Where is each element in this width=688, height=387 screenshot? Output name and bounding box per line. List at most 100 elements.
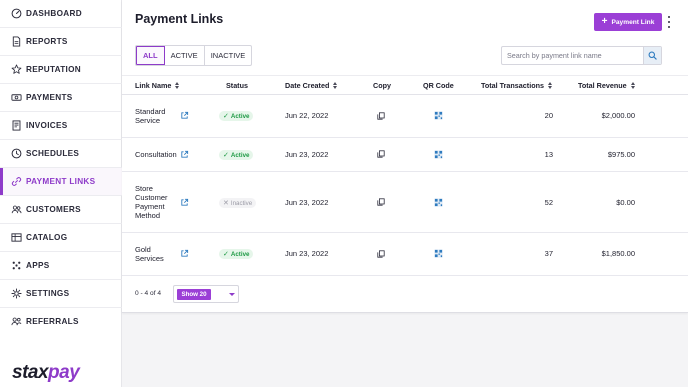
date-created: Jun 22, 2022 xyxy=(285,111,329,120)
sidebar-item-referrals[interactable]: REFERRALS xyxy=(0,308,122,335)
add-payment-link-button[interactable]: + Payment Link xyxy=(594,13,662,31)
total-revenue: $1,850.00 xyxy=(601,249,635,258)
sidebar-item-payments[interactable]: PAYMENTS xyxy=(0,84,122,111)
more-options-icon[interactable] xyxy=(666,16,672,28)
sidebar-item-label: CUSTOMERS xyxy=(26,205,81,214)
catalog-icon xyxy=(11,232,22,243)
total-transactions: 37 xyxy=(544,249,553,258)
link-name[interactable]: Store Customer Payment Method xyxy=(135,184,175,220)
page-size-select[interactable]: Show 20 xyxy=(173,285,239,303)
column-header-total-transactions[interactable]: Total Transactions xyxy=(481,81,553,90)
date-created: Jun 23, 2022 xyxy=(285,198,329,207)
table-row: Gold Services ✓ Active Jun 23, 2022 37 $1… xyxy=(122,233,688,276)
column-header-total-revenue[interactable]: Total Revenue xyxy=(578,81,636,90)
star-icon xyxy=(11,64,22,75)
sidebar-item-apps[interactable]: APPS xyxy=(0,252,122,279)
qr-code-icon[interactable] xyxy=(434,249,443,258)
filter-active-button[interactable]: ACTIVE xyxy=(165,46,205,65)
plus-icon: + xyxy=(601,16,608,27)
sort-icon xyxy=(630,81,636,90)
referrals-icon xyxy=(11,316,22,327)
total-revenue: $2,000.00 xyxy=(601,111,635,120)
table-row: Consultation ✓ Active Jun 23, 2022 13 $97… xyxy=(122,138,688,172)
sidebar-item-payment-links[interactable]: PAYMENT LINKS xyxy=(0,168,122,195)
total-transactions: 20 xyxy=(544,111,553,120)
sidebar-item-reputation[interactable]: REPUTATION xyxy=(0,56,122,83)
link-name[interactable]: Consultation xyxy=(135,150,177,159)
copy-icon[interactable] xyxy=(377,112,385,120)
gear-icon xyxy=(11,288,22,299)
sidebar: DASHBOARD REPORTS REPUTATION PAYMENTS IN… xyxy=(0,0,122,387)
sidebar-item-schedules[interactable]: SCHEDULES xyxy=(0,140,122,167)
search-box xyxy=(501,46,662,65)
copy-icon[interactable] xyxy=(377,198,385,206)
link-name[interactable]: Gold Services xyxy=(135,245,175,263)
document-icon xyxy=(11,36,22,47)
page-size-value: Show 20 xyxy=(177,289,211,300)
status-badge: ✓ Active xyxy=(219,249,254,259)
search-button[interactable] xyxy=(643,47,661,64)
pagination-range: 0 - 4 of 4 xyxy=(135,290,162,297)
status-badge: ✕ Inactive xyxy=(219,198,257,208)
sidebar-item-label: SETTINGS xyxy=(26,289,70,298)
check-icon: ✓ xyxy=(223,151,229,159)
column-header-link-name[interactable]: Link Name xyxy=(135,81,180,90)
total-revenue: $0.00 xyxy=(616,198,635,207)
users-icon xyxy=(11,204,22,215)
column-header-copy: Copy xyxy=(373,81,391,90)
clock-icon xyxy=(11,148,22,159)
dashboard-gauge-icon xyxy=(11,8,22,19)
sidebar-item-settings[interactable]: SETTINGS xyxy=(0,280,122,307)
money-icon xyxy=(11,92,22,103)
total-revenue: $975.00 xyxy=(607,150,635,159)
link-icon xyxy=(11,176,22,187)
sidebar-item-label: REFERRALS xyxy=(26,317,79,326)
table-row: Standard Service ✓ Active Jun 22, 2022 20… xyxy=(122,95,688,138)
check-icon: ✓ xyxy=(223,250,229,258)
sidebar-item-customers[interactable]: CUSTOMERS xyxy=(0,196,122,223)
sidebar-item-label: INVOICES xyxy=(26,121,68,130)
sort-icon xyxy=(175,81,180,90)
date-created: Jun 23, 2022 xyxy=(285,249,329,258)
external-link-icon[interactable] xyxy=(180,150,189,159)
check-icon: ✓ xyxy=(223,112,229,120)
sidebar-item-label: REPORTS xyxy=(26,37,68,46)
x-icon: ✕ xyxy=(223,199,229,207)
filter-all-button[interactable]: ALL xyxy=(136,46,165,65)
external-link-icon[interactable] xyxy=(180,198,189,207)
search-icon xyxy=(648,51,657,60)
column-header-status: Status xyxy=(226,81,248,90)
copy-icon[interactable] xyxy=(377,250,385,258)
search-input[interactable] xyxy=(502,47,644,64)
column-header-qr-code: QR Code xyxy=(423,81,454,90)
page-title: Payment Links xyxy=(135,12,224,26)
sidebar-item-catalog[interactable]: CATALOG xyxy=(0,224,122,251)
status-badge: ✓ Active xyxy=(219,111,254,121)
status-badge: ✓ Active xyxy=(219,150,254,160)
sidebar-item-reports[interactable]: REPORTS xyxy=(0,28,122,55)
sidebar-item-dashboard[interactable]: DASHBOARD xyxy=(0,0,122,27)
sidebar-item-invoices[interactable]: INVOICES xyxy=(0,112,122,139)
qr-code-icon[interactable] xyxy=(434,150,443,159)
table-header: Link Name Status Date Created Copy QR Co… xyxy=(122,75,688,95)
main-panel: Payment Links + Payment Link ALL ACTIVE … xyxy=(122,0,688,313)
sidebar-item-label: PAYMENT LINKS xyxy=(26,177,96,186)
copy-icon[interactable] xyxy=(377,150,385,158)
invoice-icon xyxy=(11,120,22,131)
chevron-down-icon xyxy=(229,293,235,296)
table-row: Store Customer Payment Method ✕ Inactive … xyxy=(122,172,688,233)
sidebar-item-label: CATALOG xyxy=(26,233,68,242)
external-link-icon[interactable] xyxy=(180,249,189,258)
sidebar-item-label: APPS xyxy=(26,261,50,270)
total-transactions: 52 xyxy=(544,198,553,207)
filter-inactive-button[interactable]: INACTIVE xyxy=(205,46,252,65)
apps-icon xyxy=(11,260,22,271)
staxpay-logo: staxpay xyxy=(12,362,80,383)
external-link-icon[interactable] xyxy=(180,111,189,120)
qr-code-icon[interactable] xyxy=(434,111,443,120)
qr-code-icon[interactable] xyxy=(434,198,443,207)
column-header-date-created[interactable]: Date Created xyxy=(285,81,338,90)
sort-icon xyxy=(547,81,553,90)
status-filter-group: ALL ACTIVE INACTIVE xyxy=(135,45,253,66)
link-name[interactable]: Standard Service xyxy=(135,107,175,125)
